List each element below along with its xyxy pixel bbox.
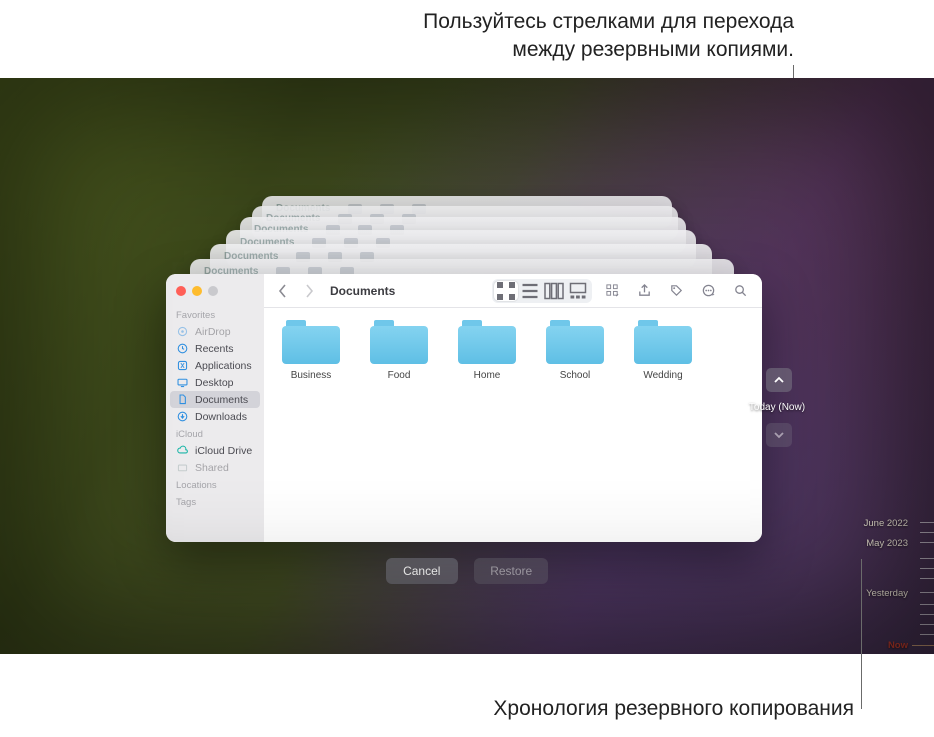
folder-icon [546,320,604,364]
timeline-label: Yesterday [866,588,908,599]
sidebar-item-applications[interactable]: Applications [166,357,264,374]
leader-line-bottom [861,559,862,709]
column-view-button[interactable] [542,281,566,301]
sidebar-head-icloud: iCloud [166,425,264,442]
sidebar-head-locations: Locations [166,476,264,493]
previous-backup-button[interactable] [766,368,792,392]
sidebar-head-tags: Tags [166,493,264,510]
annotation-timeline: Хронология резервного копирования [493,697,854,721]
timeline-label: June 2022 [864,518,908,529]
annotation-arrows: Пользуйтесь стрелками для перехода между… [423,8,794,65]
window-controls [166,280,264,306]
search-button[interactable] [728,280,752,302]
backup-timeline[interactable]: June 2022 May 2023 Yesterday Now [862,518,934,654]
sidebar-item-downloads[interactable]: Downloads [166,408,264,425]
folder-item[interactable]: School [542,320,608,381]
sidebar-item-documents[interactable]: Documents [170,391,260,408]
folder-item[interactable]: Wedding [630,320,696,381]
annotation-line1: Пользуйтесь стрелками для перехода [423,8,794,36]
folder-label: School [542,370,608,381]
gallery-view-button[interactable] [566,281,590,301]
forward-button[interactable] [300,280,318,302]
folder-label: Business [278,370,344,381]
shared-folder-icon [176,462,189,474]
clock-icon [176,343,189,355]
list-view-button[interactable] [518,281,542,301]
sidebar-item-label: Documents [195,394,248,406]
next-backup-button[interactable] [766,423,792,447]
close-button[interactable] [176,286,186,296]
share-button[interactable] [632,280,656,302]
sidebar-item-recents[interactable]: Recents [166,340,264,357]
timeline-label-now: Now [888,640,908,651]
cloud-icon [176,445,189,457]
sidebar-item-label: Downloads [195,411,247,423]
sidebar-item-shared[interactable]: Shared [166,459,264,476]
current-backup-label: Today (Now) [742,402,812,413]
zoom-button[interactable] [208,286,218,296]
time-machine-actions: Cancel Restore [0,558,934,584]
desktop-icon [176,377,189,389]
sidebar-head-favorites: Favorites [166,306,264,323]
folder-item[interactable]: Food [366,320,432,381]
restore-button[interactable]: Restore [474,558,548,584]
action-button[interactable] [696,280,720,302]
cancel-button[interactable]: Cancel [386,558,458,584]
icon-view-button[interactable] [494,281,518,301]
annotation-line2: между резервными копиями. [423,36,794,64]
sidebar-item-icloud-drive[interactable]: iCloud Drive [166,442,264,459]
documents-icon [176,394,189,406]
folder-icon [370,320,428,364]
folder-grid: Business Food Home School Wedding [264,308,762,542]
folder-icon [282,320,340,364]
timeline-label: May 2023 [866,538,908,549]
folder-icon [634,320,692,364]
view-switcher [492,279,592,303]
back-button[interactable] [274,280,292,302]
folder-item[interactable]: Home [454,320,520,381]
finder-toolbar: Documents [264,274,762,308]
sidebar-item-label: iCloud Drive [195,445,252,457]
tags-button[interactable] [664,280,688,302]
downloads-icon [176,411,189,423]
sidebar-item-label: Applications [195,360,252,372]
sidebar-item-desktop[interactable]: Desktop [166,374,264,391]
folder-label: Food [366,370,432,381]
minimize-button[interactable] [192,286,202,296]
backup-navigation: Today (Now) [764,368,794,447]
folder-label: Wedding [630,370,696,381]
folder-label: Home [454,370,520,381]
sidebar-item-label: Recents [195,343,234,355]
folder-item[interactable]: Business [278,320,344,381]
airdrop-icon [176,326,189,338]
folder-icon [458,320,516,364]
sidebar-item-label: Shared [195,462,229,474]
finder-window: Favorites AirDrop Recents Applications D… [166,274,762,542]
finder-main: Documents Business [264,274,762,542]
applications-icon [176,360,189,372]
finder-sidebar: Favorites AirDrop Recents Applications D… [166,274,264,542]
sidebar-item-airdrop[interactable]: AirDrop [166,323,264,340]
time-machine-desktop: Documents Documents Documents Documents … [0,78,934,654]
group-by-button[interactable] [600,280,624,302]
window-title: Documents [330,284,395,298]
sidebar-item-label: AirDrop [195,326,231,338]
sidebar-item-label: Desktop [195,377,234,389]
